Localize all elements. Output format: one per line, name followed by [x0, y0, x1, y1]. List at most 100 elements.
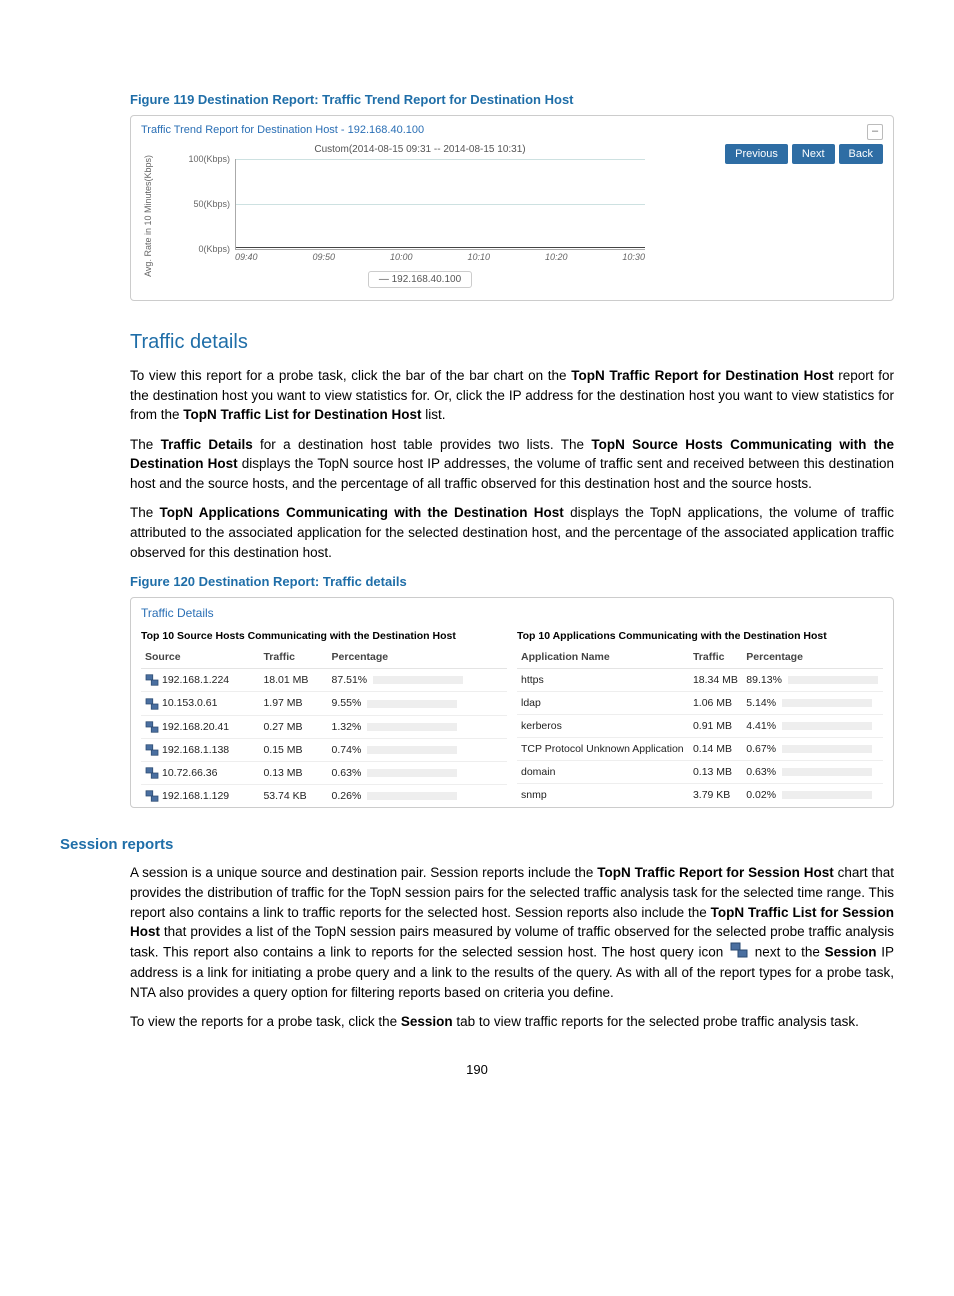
- table-title-source-hosts: Top 10 Source Hosts Communicating with t…: [141, 626, 507, 646]
- x-tick: 10:20: [545, 252, 568, 262]
- figure-120-caption: Figure 120 Destination Report: Traffic d…: [130, 574, 894, 589]
- host-query-icon[interactable]: [145, 698, 159, 710]
- figure-119-caption: Figure 119 Destination Report: Traffic T…: [130, 92, 894, 107]
- app-name-cell[interactable]: https: [517, 669, 689, 692]
- collapse-icon[interactable]: –: [867, 124, 883, 140]
- percentage-bar: [367, 700, 457, 708]
- percentage-cell: 9.55%: [328, 692, 507, 715]
- host-query-icon[interactable]: [145, 790, 159, 802]
- source-cell[interactable]: 192.168.1.129: [141, 785, 259, 808]
- col-traffic[interactable]: Traffic: [259, 646, 327, 669]
- col-traffic[interactable]: Traffic: [689, 646, 742, 669]
- applications-table: Application Name Traffic Percentage http…: [517, 646, 883, 806]
- source-cell[interactable]: 192.168.1.224: [141, 669, 259, 692]
- traffic-cell: 3.79 KB: [689, 784, 742, 807]
- traffic-cell: 0.14 MB: [689, 738, 742, 761]
- x-tick: 09:40: [235, 252, 258, 262]
- traffic-details-panel-title: Traffic Details: [141, 606, 883, 620]
- percentage-bar: [367, 769, 457, 777]
- table-row: 192.168.1.1380.15 MB0.74%: [141, 738, 507, 761]
- col-percentage[interactable]: Percentage: [328, 646, 507, 669]
- col-percentage[interactable]: Percentage: [742, 646, 883, 669]
- percentage-cell: 0.02%: [742, 784, 883, 807]
- traffic-cell: 1.06 MB: [689, 692, 742, 715]
- percentage-bar: [367, 746, 457, 754]
- source-hosts-table: Source Traffic Percentage 192.168.1.2241…: [141, 646, 507, 807]
- app-name-cell[interactable]: TCP Protocol Unknown Application: [517, 738, 689, 761]
- host-query-icon[interactable]: [145, 744, 159, 756]
- app-name-cell[interactable]: kerberos: [517, 715, 689, 738]
- table-title-applications: Top 10 Applications Communicating with t…: [517, 626, 883, 646]
- percentage-bar: [782, 791, 872, 799]
- percentage-bar: [782, 699, 872, 707]
- y-tick: 0(Kbps): [198, 244, 230, 254]
- x-tick: 10:00: [390, 252, 413, 262]
- source-cell[interactable]: 192.168.20.41: [141, 715, 259, 738]
- percentage-cell: 4.41%: [742, 715, 883, 738]
- traffic-trend-panel: Traffic Trend Report for Destination Hos…: [130, 115, 894, 301]
- traffic-cell: 0.27 MB: [259, 715, 327, 738]
- table-row: domain0.13 MB0.63%: [517, 761, 883, 784]
- source-cell[interactable]: 10.153.0.61: [141, 692, 259, 715]
- percentage-cell: 89.13%: [742, 669, 883, 692]
- chart-body: Avg. Rate in 10 Minutes(Kbps) Custom(201…: [141, 144, 883, 288]
- percentage-cell: 5.14%: [742, 692, 883, 715]
- chart-plot-area: 100(Kbps) 50(Kbps) 0(Kbps): [235, 159, 645, 250]
- col-app-name[interactable]: Application Name: [517, 646, 689, 669]
- x-tick: 10:30: [622, 252, 645, 262]
- page-number: 190: [60, 1062, 894, 1077]
- back-button[interactable]: Back: [839, 144, 883, 164]
- table-row: https18.34 MB89.13%: [517, 669, 883, 692]
- y-tick: 100(Kbps): [188, 154, 230, 164]
- x-tick: 09:50: [312, 252, 335, 262]
- traffic-cell: 18.01 MB: [259, 669, 327, 692]
- traffic-cell: 0.13 MB: [259, 761, 327, 784]
- section-title-session-reports: Session reports: [60, 836, 894, 853]
- chart-legend: — 192.168.40.100: [368, 271, 472, 288]
- col-source[interactable]: Source: [141, 646, 259, 669]
- app-name-cell[interactable]: snmp: [517, 784, 689, 807]
- chart-y-axis-label: Avg. Rate in 10 Minutes(Kbps): [141, 145, 155, 287]
- host-query-icon[interactable]: [145, 767, 159, 779]
- chart-series-line: [236, 247, 645, 249]
- body-text: To view this report for a probe task, cl…: [130, 366, 894, 425]
- traffic-cell: 0.15 MB: [259, 738, 327, 761]
- host-query-icon[interactable]: [145, 674, 159, 686]
- traffic-details-panel: Traffic Details Top 10 Source Hosts Comm…: [130, 597, 894, 808]
- percentage-bar: [782, 722, 872, 730]
- table-row: 192.168.1.22418.01 MB87.51%: [141, 669, 507, 692]
- percentage-bar: [367, 723, 457, 731]
- source-cell[interactable]: 10.72.66.36: [141, 761, 259, 784]
- traffic-cell: 53.74 KB: [259, 785, 327, 808]
- percentage-cell: 0.26%: [328, 785, 507, 808]
- chart-title: Custom(2014-08-15 09:31 -- 2014-08-15 10…: [185, 144, 655, 155]
- app-name-cell[interactable]: ldap: [517, 692, 689, 715]
- table-row: snmp3.79 KB0.02%: [517, 784, 883, 807]
- next-button[interactable]: Next: [792, 144, 835, 164]
- table-row: 10.72.66.360.13 MB0.63%: [141, 761, 507, 784]
- body-text: A session is a unique source and destina…: [130, 863, 894, 1002]
- body-text: To view the reports for a probe task, cl…: [130, 1012, 894, 1032]
- y-tick: 50(Kbps): [193, 199, 230, 209]
- percentage-cell: 0.63%: [328, 761, 507, 784]
- previous-button[interactable]: Previous: [725, 144, 788, 164]
- host-query-icon[interactable]: [145, 721, 159, 733]
- percentage-cell: 1.32%: [328, 715, 507, 738]
- percentage-cell: 0.67%: [742, 738, 883, 761]
- percentage-bar: [367, 792, 457, 800]
- percentage-bar: [782, 745, 872, 753]
- table-row: 192.168.20.410.27 MB1.32%: [141, 715, 507, 738]
- source-cell[interactable]: 192.168.1.138: [141, 738, 259, 761]
- host-query-icon[interactable]: [730, 942, 748, 964]
- body-text: The Traffic Details for a destination ho…: [130, 435, 894, 494]
- traffic-cell: 0.13 MB: [689, 761, 742, 784]
- x-tick: 10:10: [467, 252, 490, 262]
- table-row: TCP Protocol Unknown Application0.14 MB0…: [517, 738, 883, 761]
- app-name-cell[interactable]: domain: [517, 761, 689, 784]
- table-row: 192.168.1.12953.74 KB0.26%: [141, 785, 507, 808]
- traffic-cell: 18.34 MB: [689, 669, 742, 692]
- percentage-cell: 0.63%: [742, 761, 883, 784]
- percentage-bar: [373, 676, 463, 684]
- table-row: ldap1.06 MB5.14%: [517, 692, 883, 715]
- body-text: The TopN Applications Communicating with…: [130, 503, 894, 562]
